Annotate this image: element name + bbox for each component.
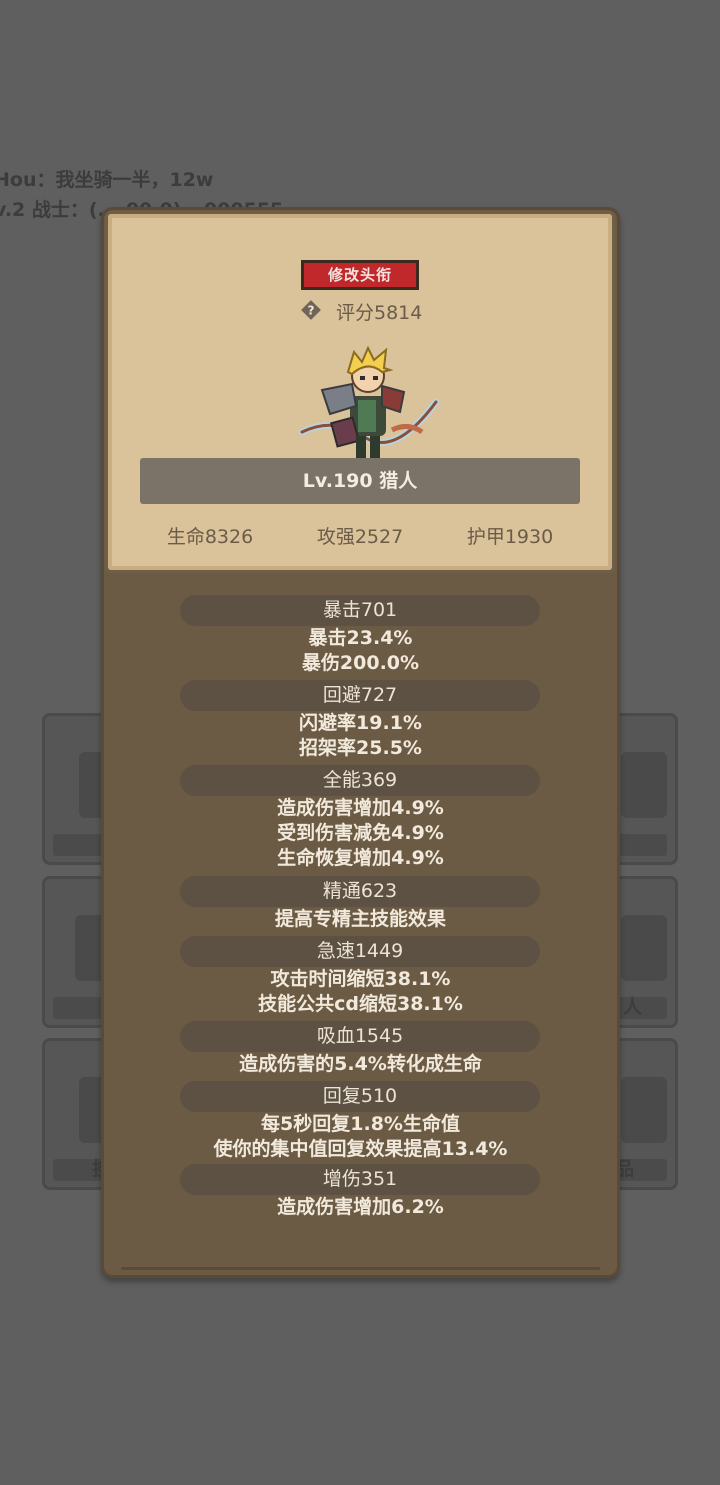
- stat-line: 造成伤害增加6.2%: [277, 1196, 444, 1218]
- stat-header-mastery: 精通623: [180, 876, 540, 907]
- equipment-art: [621, 915, 667, 981]
- svg-text:?: ?: [308, 304, 315, 318]
- stat-line: 造成伤害的5.4%转化成生命: [239, 1053, 482, 1075]
- background-chat-line: Hou：我坐骑一半，12w: [0, 169, 214, 191]
- attack-power-stat: 攻强2527: [316, 526, 404, 548]
- stat-line: 受到伤害减免4.9%: [277, 822, 444, 844]
- equipment-art: [621, 752, 667, 818]
- stat-line: 暴击23.4%: [308, 627, 413, 649]
- stat-line: 技能公共cd缩短38.1%: [258, 993, 463, 1015]
- stat-line: 攻击时间缩短38.1%: [270, 968, 451, 990]
- stat-line: 闪避率19.1%: [299, 712, 422, 734]
- stat-line: 暴伤200.0%: [301, 652, 420, 674]
- hp-stat: 生命8326: [166, 526, 254, 548]
- stat-header-regen: 回复510: [180, 1081, 540, 1112]
- stat-line: 造成伤害增加4.9%: [277, 797, 444, 819]
- slot-label: 人: [623, 996, 643, 1018]
- stat-line: 每5秒回复1.8%生命值: [261, 1113, 460, 1135]
- armor-stat: 护甲1930: [466, 526, 554, 548]
- score-label: 评分5814: [336, 302, 423, 324]
- help-icon[interactable]: ?: [300, 299, 322, 321]
- stat-header-lifesteal: 吸血1545: [180, 1021, 540, 1052]
- stat-header-versatility: 全能369: [180, 765, 540, 796]
- stat-line: 使你的集中值回复效果提高13.4%: [213, 1138, 508, 1160]
- stat-header-avoidance: 回避727: [180, 680, 540, 711]
- stat-line: 提高专精主技能效果: [274, 908, 446, 930]
- stat-header-damage-bonus: 增伤351: [180, 1164, 540, 1195]
- stat-line: 生命恢复增加4.9%: [277, 847, 444, 869]
- stat-line: 招架率25.5%: [299, 737, 422, 759]
- edit-title-button[interactable]: 修改头衔: [301, 260, 419, 290]
- level-class-bar: Lv.190 猎人: [140, 458, 580, 504]
- stat-header-crit: 暴击701: [180, 595, 540, 626]
- dialog-edge: [121, 1267, 600, 1270]
- hunter-character-sprite: [298, 346, 440, 464]
- stat-header-haste: 急速1449: [180, 936, 540, 967]
- equipment-art: [621, 1077, 667, 1143]
